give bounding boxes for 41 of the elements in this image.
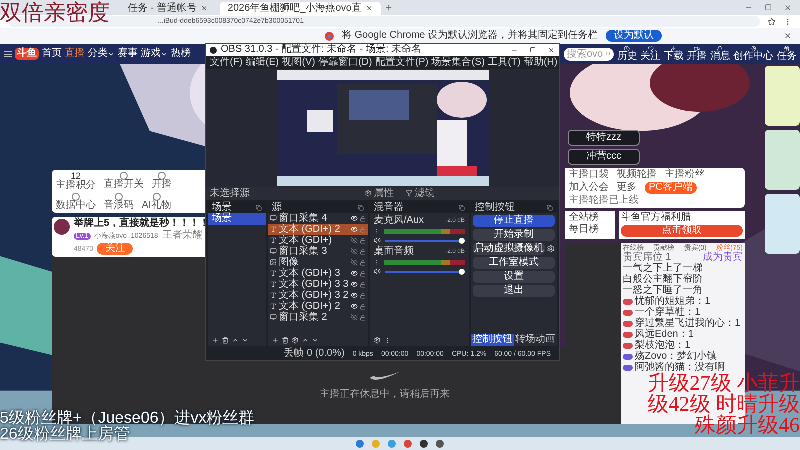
menu-icon[interactable]: [4, 51, 12, 57]
bell-icon: [717, 46, 724, 52]
nav-link[interactable]: 赛事: [118, 49, 138, 59]
caret-icon: [161, 50, 168, 58]
set-default-button[interactable]: 设为默认: [606, 30, 662, 42]
search-icon[interactable]: [606, 51, 611, 57]
download-icon: [670, 46, 677, 52]
search-field[interactable]: 搜索ovo: [564, 48, 614, 60]
app-logo-icon: [210, 46, 217, 54]
pin-icon: [750, 46, 757, 52]
video-icon: [694, 46, 700, 52]
close-icon[interactable]: [784, 32, 792, 40]
new-tab-icon[interactable]: [384, 4, 393, 12]
caret-icon: [108, 50, 115, 58]
gift-icon: [784, 46, 790, 52]
nav-link[interactable]: 直播: [65, 49, 85, 59]
nav-menu-item[interactable]: 创作中心: [734, 46, 774, 62]
close-icon[interactable]: [784, 4, 792, 12]
window-title: OBS 31.0.3 - 配置文件: 未命名 - 场景: 未命名: [221, 45, 422, 55]
close-icon[interactable]: [548, 46, 555, 54]
heart-icon: [648, 46, 654, 52]
browser-tab[interactable]: 任务 - 普通帐号: [120, 2, 216, 15]
nav-link[interactable]: 热榜: [171, 49, 191, 59]
close-icon[interactable]: [200, 5, 208, 12]
site-logo: 斗鱼: [15, 48, 39, 60]
maximize-icon[interactable]: [530, 46, 536, 52]
browser-tab[interactable]: 2026年鱼棚狮吧_小海燕ovo直: [220, 2, 381, 15]
nav-menu-item[interactable]: 开播: [687, 46, 708, 62]
nav-link[interactable]: 分类: [88, 49, 115, 59]
nav-menu-item[interactable]: 下载: [664, 46, 684, 62]
clock-icon: [624, 46, 630, 52]
nav-link[interactable]: 首页: [42, 49, 62, 59]
nav-menu-item[interactable]: 任务: [776, 46, 797, 62]
nav-link[interactable]: 游戏: [141, 49, 168, 59]
nav-menu-item[interactable]: 关注: [640, 46, 661, 62]
star-icon[interactable]: [768, 18, 776, 26]
nav-menu-item[interactable]: 消息: [710, 46, 730, 62]
chrome-logo-icon: [325, 32, 334, 40]
close-icon[interactable]: [366, 5, 373, 12]
infobar-message: 将 Google Chrome 设为默认浏览器，并将其固定到任务栏: [342, 31, 598, 41]
nav-menu-item[interactable]: 历史: [617, 46, 638, 62]
